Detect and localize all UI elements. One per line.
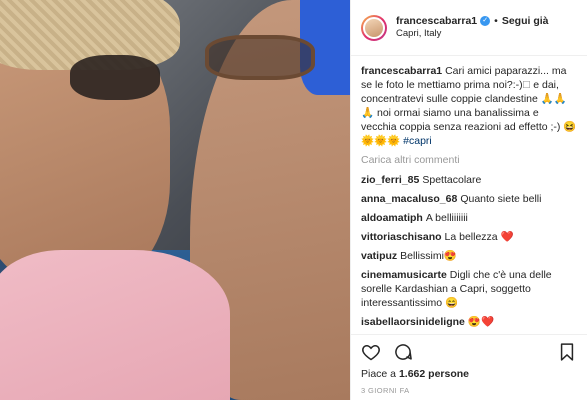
- likes-prefix: Piace a: [361, 368, 397, 380]
- header-separator: •: [494, 15, 498, 27]
- post-sidebar: francescabarra1 ✓ • Segui già Capri, Ita…: [350, 0, 587, 400]
- avatar[interactable]: [361, 14, 387, 41]
- comment: vittoriaschisano La bellezza ❤️: [361, 230, 577, 244]
- verified-badge-icon: ✓: [480, 16, 491, 27]
- caption-text: Cari amici paparazzi... ma se le foto le…: [361, 65, 577, 147]
- photo-man-sunglasses: [70, 55, 160, 100]
- comment: cinemamusicarte Digli che c'è una delle s…: [361, 268, 577, 310]
- photo-woman-sunglasses: [205, 35, 315, 80]
- post-header: francescabarra1 ✓ • Segui già Capri, Ita…: [351, 0, 587, 56]
- location-link[interactable]: Capri, Italy: [396, 28, 549, 41]
- comment-username[interactable]: cinemamusicarte: [361, 269, 447, 281]
- bookmark-icon[interactable]: [557, 342, 577, 362]
- comment: anna_macaluso_68 Quanto siete belli: [361, 192, 577, 206]
- comment-text: Bellissimi😍: [400, 250, 457, 262]
- post-actions: Piace a 1.662 persone 3 GIORNI FA: [351, 334, 587, 395]
- comment-username[interactable]: vittoriaschisano: [361, 231, 442, 243]
- instagram-post: francescabarra1 ✓ • Segui già Capri, Ita…: [0, 0, 587, 400]
- likes-number: 1.662: [398, 368, 426, 380]
- comment-text: 😍❤️: [467, 316, 495, 328]
- comment-text: A belliiiiiii: [425, 212, 468, 224]
- comment-text: Spettacolare: [422, 174, 482, 186]
- post-photo[interactable]: [0, 0, 350, 400]
- photo-pink-shirt: [0, 250, 230, 400]
- comment: zio_ferri_85 Spettacolare: [361, 173, 577, 187]
- comment-username[interactable]: isabellaorsinideligne: [361, 316, 465, 328]
- comment-text: Quanto siete belli: [460, 193, 542, 205]
- heart-icon[interactable]: [361, 342, 381, 362]
- comment-username[interactable]: anna_macaluso_68: [361, 193, 457, 205]
- comments-section: francescabarra1 Cari amici paparazzi... …: [351, 56, 587, 332]
- comment-username[interactable]: vatipuz: [361, 250, 397, 262]
- comment-username[interactable]: zio_ferri_85: [361, 174, 419, 186]
- comment: vatipuz Bellissimi😍: [361, 249, 577, 263]
- load-more-comments-button[interactable]: Carica altri commenti: [361, 154, 577, 166]
- comment: aldoamatiph A belliiiiiii: [361, 211, 577, 225]
- hashtag-link[interactable]: #capri: [403, 135, 432, 147]
- following-button[interactable]: Segui già: [502, 14, 549, 28]
- comment: isabellaorsinideligne 😍❤️: [361, 315, 577, 329]
- comment-username[interactable]: aldoamatiph: [361, 212, 423, 224]
- header-username[interactable]: francescabarra1: [396, 14, 477, 28]
- likes-suffix: persone: [428, 368, 470, 380]
- likes-count[interactable]: Piace a 1.662 persone: [361, 368, 577, 380]
- post-caption: francescabarra1 Cari amici paparazzi... …: [361, 64, 577, 148]
- caption-username[interactable]: francescabarra1: [361, 65, 442, 77]
- comment-icon[interactable]: [393, 342, 413, 362]
- post-timestamp: 3 GIORNI FA: [361, 386, 410, 395]
- comment-text: La bellezza ❤️: [444, 231, 514, 243]
